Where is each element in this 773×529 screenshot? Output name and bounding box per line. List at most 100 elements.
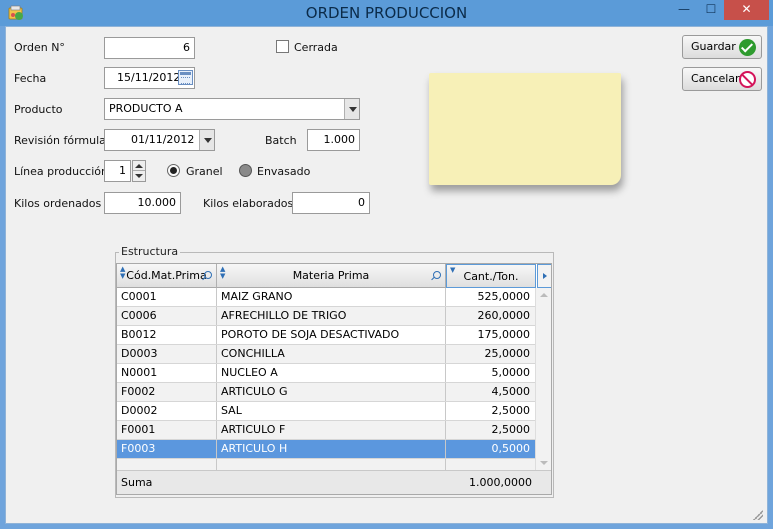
table-cell-materia: AFRECHILLO DE TRIGO xyxy=(217,307,446,325)
table-cell-cantidad: 260,0000 xyxy=(477,309,531,322)
table-cell-codigo: D0003 xyxy=(117,345,217,363)
fecha-label: Fecha xyxy=(14,72,47,85)
table-cell-codigo: F0002 xyxy=(117,383,217,401)
envasado-radio[interactable] xyxy=(239,164,252,177)
column-header-cantidad[interactable]: ▼ Cant./Ton. xyxy=(446,264,536,288)
table-cell-materia: NUCLEO A xyxy=(217,364,446,382)
title-bar[interactable]: ORDEN PRODUCCION — ☐ ✕ xyxy=(0,0,773,26)
table-cell-codigo: C0001 xyxy=(117,288,217,306)
table-row[interactable]: B0012 POROTO DE SOJA DESACTIVADO 175,0000 xyxy=(117,326,535,345)
table-cell-codigo: F0003 xyxy=(117,440,217,458)
window-title: ORDEN PRODUCCION xyxy=(305,4,468,22)
table-cell-materia: POROTO DE SOJA DESACTIVADO xyxy=(217,326,446,344)
kilos-ordenados-label: Kilos ordenados xyxy=(14,197,102,210)
granel-radio[interactable] xyxy=(167,164,180,177)
column-header-materia[interactable]: ▲ ▼ Materia Prima xyxy=(217,264,446,288)
cancelar-button[interactable]: Cancelar xyxy=(682,67,762,91)
sort-icon[interactable]: ▲ ▼ xyxy=(220,266,225,280)
table-cell-cantidad: 2,5000 xyxy=(491,423,531,436)
scroll-down-icon[interactable] xyxy=(540,461,548,465)
table-cell-cantidad: 0,5000 xyxy=(491,442,531,455)
linea-spinner[interactable] xyxy=(132,160,146,182)
fecha-field[interactable]: 15/11/2012 xyxy=(104,67,195,89)
estructura-grid[interactable]: ▲ ▼ Cód.Mat.Prima ▲ ▼ Materia Prima ▼ Cant… xyxy=(116,263,552,495)
table-cell-materia: ARTICULO H xyxy=(217,440,446,458)
producto-value: PRODUCTO A xyxy=(109,102,183,115)
revision-select[interactable]: 01/11/2012 xyxy=(104,129,215,151)
table-row[interactable]: F0003 ARTICULO H 0,5000 xyxy=(117,440,535,459)
batch-field[interactable]: 1.000 xyxy=(307,129,360,151)
cancelar-label: Cancelar xyxy=(691,72,740,85)
sticky-note xyxy=(429,73,621,185)
table-cell-codigo: D0002 xyxy=(117,402,217,420)
kilos-elaborados-label: Kilos elaborados xyxy=(203,197,294,210)
table-cell-cantidad: 525,0000 xyxy=(477,290,531,303)
guardar-label: Guardar xyxy=(691,40,736,53)
column-header-label: Cód.Mat.Prima xyxy=(126,269,207,282)
revision-value: 01/11/2012 xyxy=(131,133,195,146)
table-cell-cantidad: 2,5000 xyxy=(491,404,531,417)
producto-select[interactable]: PRODUCTO A xyxy=(104,98,360,120)
orden-label: Orden N° xyxy=(14,41,65,54)
linea-field[interactable]: 1 xyxy=(104,160,131,182)
fecha-value: 15/11/2012 xyxy=(117,71,181,84)
cerrada-checkbox[interactable] xyxy=(276,40,289,53)
sort-icon[interactable]: ▼ xyxy=(450,267,455,274)
search-icon[interactable] xyxy=(204,271,212,279)
table-cell-materia: ARTICULO G xyxy=(217,383,446,401)
form-body: Orden N° 6 Cerrada Fecha 15/11/2012 Prod… xyxy=(5,26,768,524)
chevron-down-icon[interactable] xyxy=(199,130,214,150)
column-header-label: Materia Prima xyxy=(292,269,370,282)
search-icon[interactable] xyxy=(433,271,441,279)
vertical-scrollbar[interactable] xyxy=(535,288,551,470)
footer-label: Suma xyxy=(121,476,153,489)
table-cell-materia: MAIZ GRANO xyxy=(217,288,446,306)
table-cell-cantidad: 5,0000 xyxy=(491,366,531,379)
column-header-label: Cant./Ton. xyxy=(463,270,519,283)
table-row[interactable]: D0003 CONCHILLA 25,0000 xyxy=(117,345,535,364)
resize-grip-icon[interactable] xyxy=(753,510,763,520)
table-cell-codigo: F0001 xyxy=(117,421,217,439)
chevron-down-icon[interactable] xyxy=(344,99,359,119)
check-icon xyxy=(739,39,756,56)
grid-footer: Suma 1.000,0000 xyxy=(117,470,551,494)
granel-label: Granel xyxy=(186,165,223,178)
table-row[interactable]: N0001 NUCLEO A 5,0000 xyxy=(117,364,535,383)
kilos-ordenados-field[interactable]: 10.000 xyxy=(104,192,181,214)
producto-label: Producto xyxy=(14,103,63,116)
linea-label: Línea producción xyxy=(14,165,108,178)
chevron-right-icon[interactable] xyxy=(537,264,551,288)
estructura-title: Estructura xyxy=(119,245,181,258)
table-cell-materia: SAL xyxy=(217,402,446,420)
table-row[interactable]: F0002 ARTICULO G 4,5000 xyxy=(117,383,535,402)
table-row[interactable]: D0002 SAL 2,5000 xyxy=(117,402,535,421)
spinner-down-icon[interactable] xyxy=(133,171,145,181)
table-cell-codigo: C0006 xyxy=(117,307,217,325)
maximize-button[interactable]: ☐ xyxy=(698,0,724,20)
cerrada-label: Cerrada xyxy=(294,41,338,54)
kilos-elaborados-field[interactable]: 0 xyxy=(292,192,370,214)
minimize-button[interactable]: — xyxy=(670,0,698,20)
calendar-icon[interactable] xyxy=(178,70,193,85)
table-cell-cantidad: 25,0000 xyxy=(484,347,531,360)
sort-icon[interactable]: ▲ ▼ xyxy=(120,266,125,280)
column-header-codigo[interactable]: ▲ ▼ Cód.Mat.Prima xyxy=(117,264,217,288)
table-row[interactable]: C0006 AFRECHILLO DE TRIGO 260,0000 xyxy=(117,307,535,326)
revision-label: Revisión fórmula xyxy=(14,134,106,147)
table-cell-materia: CONCHILLA xyxy=(217,345,446,363)
table-cell-cantidad: 4,5000 xyxy=(491,385,531,398)
cancel-icon xyxy=(739,71,756,88)
table-row[interactable]: F0001 ARTICULO F 2,5000 xyxy=(117,421,535,440)
spinner-up-icon[interactable] xyxy=(133,161,145,171)
envasado-label: Envasado xyxy=(257,165,311,178)
app-window: ORDEN PRODUCCION — ☐ ✕ Orden N° 6 Cerrad… xyxy=(0,0,773,529)
scroll-up-icon[interactable] xyxy=(540,293,548,297)
guardar-button[interactable]: Guardar xyxy=(682,35,762,59)
close-button[interactable]: ✕ xyxy=(724,0,769,20)
table-cell-materia: ARTICULO F xyxy=(217,421,446,439)
orden-field[interactable]: 6 xyxy=(104,37,195,59)
table-row[interactable]: C0001 MAIZ GRANO 525,0000 xyxy=(117,288,535,307)
table-cell-codigo: B0012 xyxy=(117,326,217,344)
table-cell-codigo: N0001 xyxy=(117,364,217,382)
batch-label: Batch xyxy=(265,134,297,147)
